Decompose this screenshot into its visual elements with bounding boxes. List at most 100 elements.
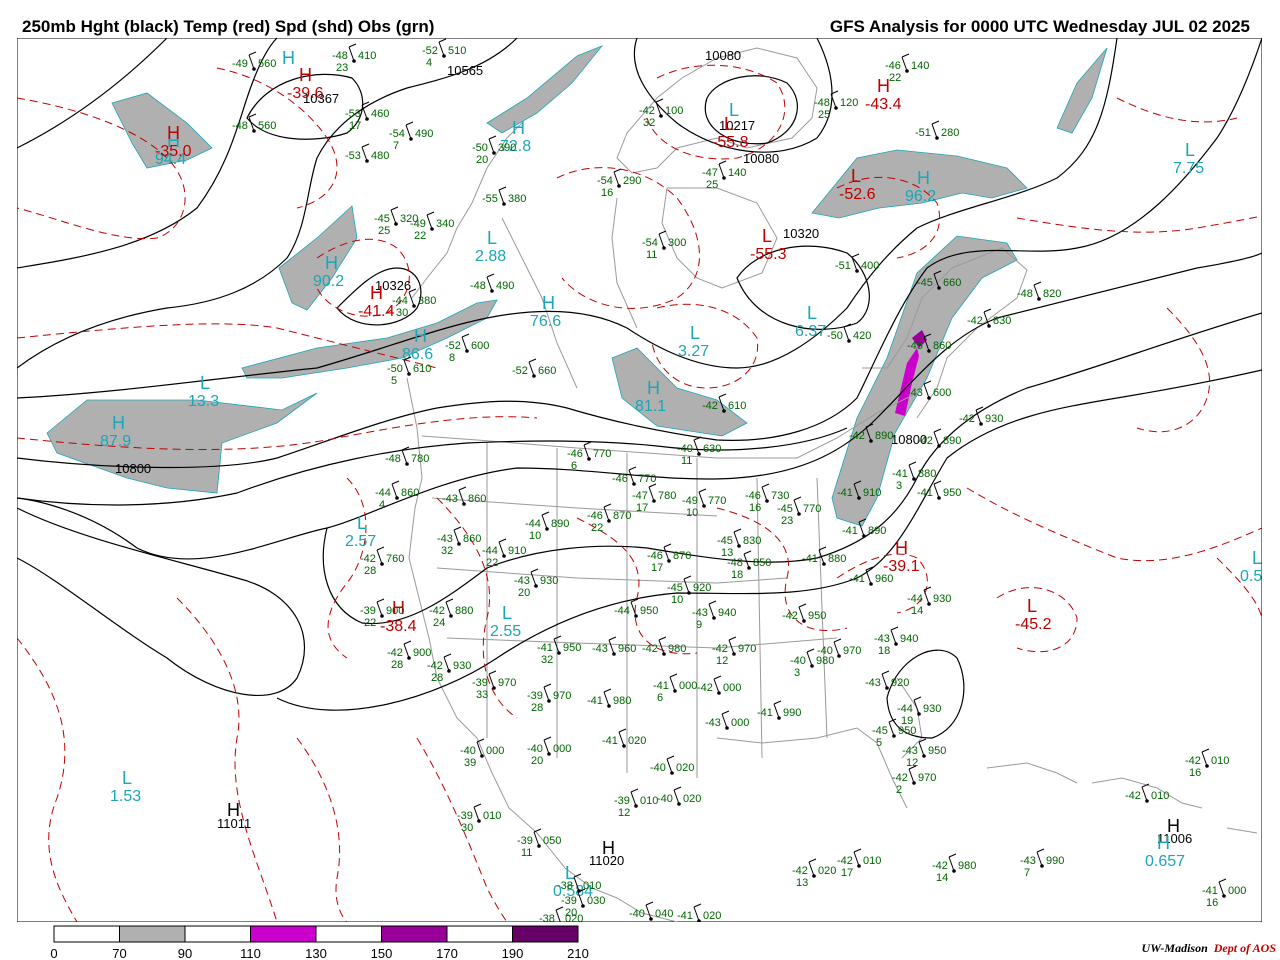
obs-dewpoint: 2 <box>896 784 902 796</box>
obs-dewpoint: 25 <box>378 225 390 237</box>
obs-height: 000 <box>553 743 571 755</box>
obs-dewpoint: 6 <box>657 692 663 704</box>
obs-height: 140 <box>728 167 746 179</box>
center-symbol: H <box>227 800 240 820</box>
obs-height: 410 <box>358 50 376 62</box>
center-value: 3.27 <box>678 343 709 360</box>
obs-height: 890 <box>868 525 886 537</box>
center-symbol: L <box>122 768 132 788</box>
center-symbol: L <box>807 303 817 323</box>
obs-temp: -52 <box>445 340 461 352</box>
obs-dewpoint: 5 <box>391 375 397 387</box>
obs-dewpoint: 16 <box>1206 897 1218 909</box>
obs-height: 940 <box>718 607 736 619</box>
obs-temp: -43 <box>592 643 608 655</box>
obs-temp: -51 <box>835 260 851 272</box>
obs-temp: -41 <box>537 642 553 654</box>
obs-dewpoint: 13 <box>796 877 808 889</box>
obs-temp: -39 <box>614 795 630 807</box>
obs-height: 930 <box>985 413 1003 425</box>
obs-height: 660 <box>943 277 961 289</box>
colorbar-box <box>184 925 251 943</box>
colorbar-box <box>381 925 448 943</box>
obs-height: 510 <box>448 45 466 57</box>
colorbar-tick: 110 <box>240 946 261 960</box>
colorbar-box <box>315 925 382 943</box>
obs-height: 860 <box>401 487 419 499</box>
obs-temp: -41 <box>837 487 853 499</box>
obs-height: 890 <box>943 435 961 447</box>
center-value: -45.2 <box>1015 616 1052 633</box>
obs-temp: -43 <box>902 745 918 757</box>
obs-temp: -44 <box>482 545 498 557</box>
center-symbol: H <box>299 65 312 85</box>
obs-temp: -48 <box>385 453 401 465</box>
obs-height: 770 <box>593 448 611 460</box>
obs-dewpoint: 28 <box>364 565 376 577</box>
obs-temp: -50 <box>387 363 403 375</box>
obs-height: 000 <box>679 680 697 692</box>
obs-dewpoint: 30 <box>461 822 473 834</box>
obs-height: 140 <box>911 60 929 72</box>
obs-height: 000 <box>723 682 741 694</box>
obs-height: 630 <box>703 443 721 455</box>
obs-temp: -50 <box>827 330 843 342</box>
obs-dewpoint: 17 <box>636 502 648 514</box>
center-symbol: H <box>917 168 930 188</box>
obs-height: 010 <box>583 880 601 892</box>
chart-title-right: GFS Analysis for 0000 UTC Wednesday JUL … <box>829 17 1250 36</box>
obs-temp: -43 <box>705 717 721 729</box>
obs-temp: -45 <box>872 725 888 737</box>
center-value: -55.8 <box>712 134 749 151</box>
obs-temp: -38 <box>557 880 573 892</box>
center-value: 7.75 <box>1173 160 1204 177</box>
center-value: 86.6 <box>402 346 433 363</box>
obs-dewpoint: 23 <box>336 62 348 74</box>
obs-temp: -41 <box>602 735 618 747</box>
obs-dewpoint: 28 <box>391 659 403 671</box>
obs-temp: -46 <box>647 550 663 562</box>
obs-height: 120 <box>840 97 858 109</box>
obs-height: 600 <box>471 340 489 352</box>
obs-temp: -45 <box>374 213 390 225</box>
obs-dewpoint: 12 <box>618 807 630 819</box>
obs-temp: -41 <box>757 707 773 719</box>
colorbar-tick: 90 <box>178 946 192 960</box>
height-label: 10080 <box>743 151 779 166</box>
obs-temp: -54 <box>642 237 658 249</box>
obs-temp: -47 <box>702 167 718 179</box>
obs-temp: -42 <box>849 430 865 442</box>
obs-temp: -45 <box>717 535 733 547</box>
obs-temp: -42 <box>1125 790 1141 802</box>
weather-map: 1008010565103671021710080103201032610800… <box>17 38 1262 922</box>
center-value: 96.2 <box>905 188 936 205</box>
obs-temp: -46 <box>885 60 901 72</box>
obs-height: 020 <box>676 762 694 774</box>
obs-height: 010 <box>1211 755 1229 767</box>
obs-temp: -42 <box>917 435 933 447</box>
obs-height: 390 <box>498 142 516 154</box>
center-symbol: H <box>542 293 555 313</box>
obs-dewpoint: 10 <box>671 594 683 606</box>
obs-temp: -40 <box>629 908 645 920</box>
center-value: -38.4 <box>380 618 417 635</box>
obs-dewpoint: 22 <box>414 230 426 242</box>
obs-height: 770 <box>708 495 726 507</box>
colorbar-tick: 130 <box>305 946 327 960</box>
obs-temp: -48 <box>1017 288 1033 300</box>
obs-dewpoint: 17 <box>349 120 361 132</box>
obs-temp: -53 <box>345 150 361 162</box>
obs-dewpoint: 12 <box>716 655 728 667</box>
obs-height: 860 <box>468 493 486 505</box>
obs-dewpoint: 24 <box>433 617 445 629</box>
speed-colorbar: 0 70 90 110 130 150 170 190 210 <box>50 925 589 960</box>
obs-temp: -45 <box>917 277 933 289</box>
obs-dewpoint: 20 <box>531 755 543 767</box>
obs-dewpoint: 11 <box>646 249 657 261</box>
obs-dewpoint: 32 <box>541 654 553 666</box>
obs-height: 040 <box>655 908 673 920</box>
obs-height: 780 <box>411 453 429 465</box>
obs-temp: -45 <box>907 340 923 352</box>
center-symbol: L <box>690 323 700 343</box>
obs-height: 340 <box>436 218 454 230</box>
